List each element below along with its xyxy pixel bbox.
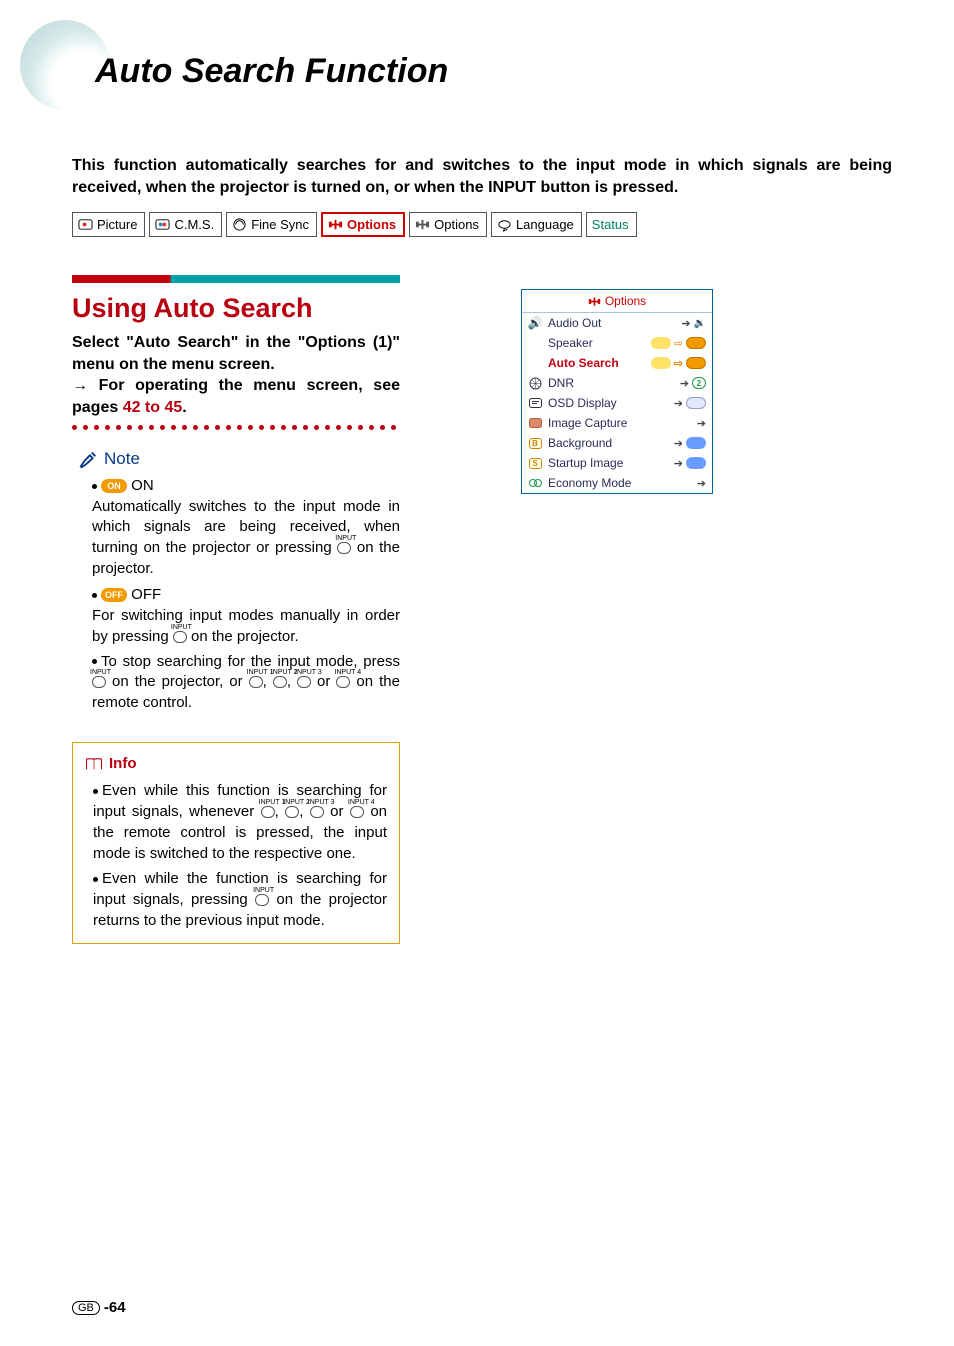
option-label: Image Capture xyxy=(546,416,693,430)
badge-icon xyxy=(686,437,706,449)
option-label: Startup Image xyxy=(546,456,670,470)
tab-label: Picture xyxy=(97,217,137,232)
input-button-icon xyxy=(92,676,106,688)
tab-label: Options xyxy=(434,217,479,232)
options-menu-window: Options 🔊 Audio Out ➔🔉 Speaker ⇨ Auto Se… xyxy=(521,289,713,494)
option-label: Auto Search xyxy=(546,356,647,370)
dnr-icon xyxy=(528,377,542,390)
circle-2-icon: 2 xyxy=(692,377,706,389)
menu-tabs: Picture C.M.S. Fine Sync Options Options… xyxy=(72,212,637,237)
region-badge: GB xyxy=(72,1301,100,1315)
option-label: Economy Mode xyxy=(546,476,693,490)
options-window-title: Options xyxy=(522,290,712,313)
on-label: ON xyxy=(127,477,154,494)
dot-rule-top xyxy=(72,425,400,431)
option-label: Speaker xyxy=(546,336,647,350)
input-button-icon xyxy=(337,542,351,554)
info-label: Info xyxy=(109,753,137,774)
startup-icon: S xyxy=(528,458,542,469)
note-body: ON ON Automatically switches to the inpu… xyxy=(92,476,400,714)
off-label: OFF xyxy=(127,586,161,603)
instruction-2-prefix: → For operating the menu screen, see pag… xyxy=(72,377,400,416)
tab-language[interactable]: Language xyxy=(491,212,582,237)
info-heading: Info xyxy=(85,753,387,774)
option-label: Audio Out xyxy=(546,316,677,330)
note-icon xyxy=(78,448,100,470)
options-icon xyxy=(328,217,343,232)
picture-icon xyxy=(78,217,93,232)
options-icon xyxy=(415,217,430,232)
page-link[interactable]: 42 to 45 xyxy=(123,399,183,416)
options-title-text: Options xyxy=(605,294,646,308)
pill-icon xyxy=(651,337,671,349)
input1-button-icon xyxy=(261,806,275,818)
option-row-osd-display[interactable]: OSD Display ➔ xyxy=(522,393,712,413)
instruction-1: Select "Auto Search" in the "Options (1)… xyxy=(72,334,400,373)
pill-icon xyxy=(686,357,706,369)
option-row-background[interactable]: B Background ➔ xyxy=(522,433,712,453)
tab-finesync[interactable]: Fine Sync xyxy=(226,212,317,237)
badge-icon xyxy=(686,397,706,409)
input-button-icon xyxy=(255,894,269,906)
option-row-auto-search[interactable]: Auto Search ⇨ xyxy=(522,353,712,373)
input3-button-icon xyxy=(297,676,311,688)
input-button-icon xyxy=(173,631,187,643)
page-number-text: -64 xyxy=(104,1299,126,1316)
stop-text-b: on the projector, or xyxy=(106,673,249,690)
input2-button-icon xyxy=(273,676,287,688)
section-body: Select "Auto Search" in the "Options (1)… xyxy=(72,332,400,418)
option-row-dnr[interactable]: DNR ➔2 xyxy=(522,373,712,393)
off-text-tail: on the projector. xyxy=(187,628,299,645)
input4-button-icon xyxy=(336,676,350,688)
page-title: Auto Search Function xyxy=(95,52,448,91)
instruction-2-suffix: . xyxy=(182,399,186,416)
badge-icon xyxy=(686,457,706,469)
tab-label: Language xyxy=(516,217,574,232)
tab-label: Fine Sync xyxy=(251,217,309,232)
option-label: Background xyxy=(546,436,670,450)
stop-text-a: To stop searching for the input mode, pr… xyxy=(101,653,400,670)
input3-button-icon xyxy=(310,806,324,818)
tab-label: Options xyxy=(347,217,396,232)
tab-cms[interactable]: C.M.S. xyxy=(149,212,222,237)
tab-picture[interactable]: Picture xyxy=(72,212,145,237)
section-heading: Using Auto Search xyxy=(72,293,313,324)
option-label: OSD Display xyxy=(546,396,670,410)
osd-icon xyxy=(528,398,542,409)
page-number: GB -64 xyxy=(72,1299,126,1316)
input2-button-icon xyxy=(285,806,299,818)
option-row-speaker[interactable]: Speaker ⇨ xyxy=(522,333,712,353)
tab-options-2[interactable]: Options xyxy=(409,212,487,237)
note-label: Note xyxy=(104,449,140,469)
option-row-image-capture[interactable]: Image Capture ➔ xyxy=(522,413,712,433)
intro-paragraph: This function automatically searches for… xyxy=(72,155,892,198)
section-color-bar xyxy=(72,275,400,283)
pill-icon xyxy=(651,357,671,369)
info-icon xyxy=(85,757,103,771)
audio-out-icon: 🔊 xyxy=(528,316,542,330)
off-pill: OFF xyxy=(101,588,127,602)
option-label: DNR xyxy=(546,376,676,390)
tab-label: C.M.S. xyxy=(174,217,214,232)
background-icon: B xyxy=(528,438,542,449)
input4-button-icon xyxy=(350,806,364,818)
input1-button-icon xyxy=(249,676,263,688)
tab-status[interactable]: Status xyxy=(586,212,637,237)
language-icon xyxy=(497,217,512,232)
option-row-startup-image[interactable]: S Startup Image ➔ xyxy=(522,453,712,473)
tab-label: Status xyxy=(592,217,629,232)
tab-options-1[interactable]: Options xyxy=(321,212,405,237)
speaker-icon: 🔉 xyxy=(694,318,706,329)
pill-icon xyxy=(686,337,706,349)
info-box: Info Even while this function is searchi… xyxy=(72,742,400,944)
finesync-icon xyxy=(232,217,247,232)
capture-icon xyxy=(528,418,542,429)
options-icon xyxy=(588,295,601,308)
option-row-audio-out[interactable]: 🔊 Audio Out ➔🔉 xyxy=(522,313,712,333)
note-heading: Note xyxy=(78,448,140,470)
option-row-economy-mode[interactable]: Economy Mode ➔ xyxy=(522,473,712,493)
economy-icon xyxy=(528,478,542,489)
on-pill: ON xyxy=(101,479,127,493)
cms-icon xyxy=(155,217,170,232)
